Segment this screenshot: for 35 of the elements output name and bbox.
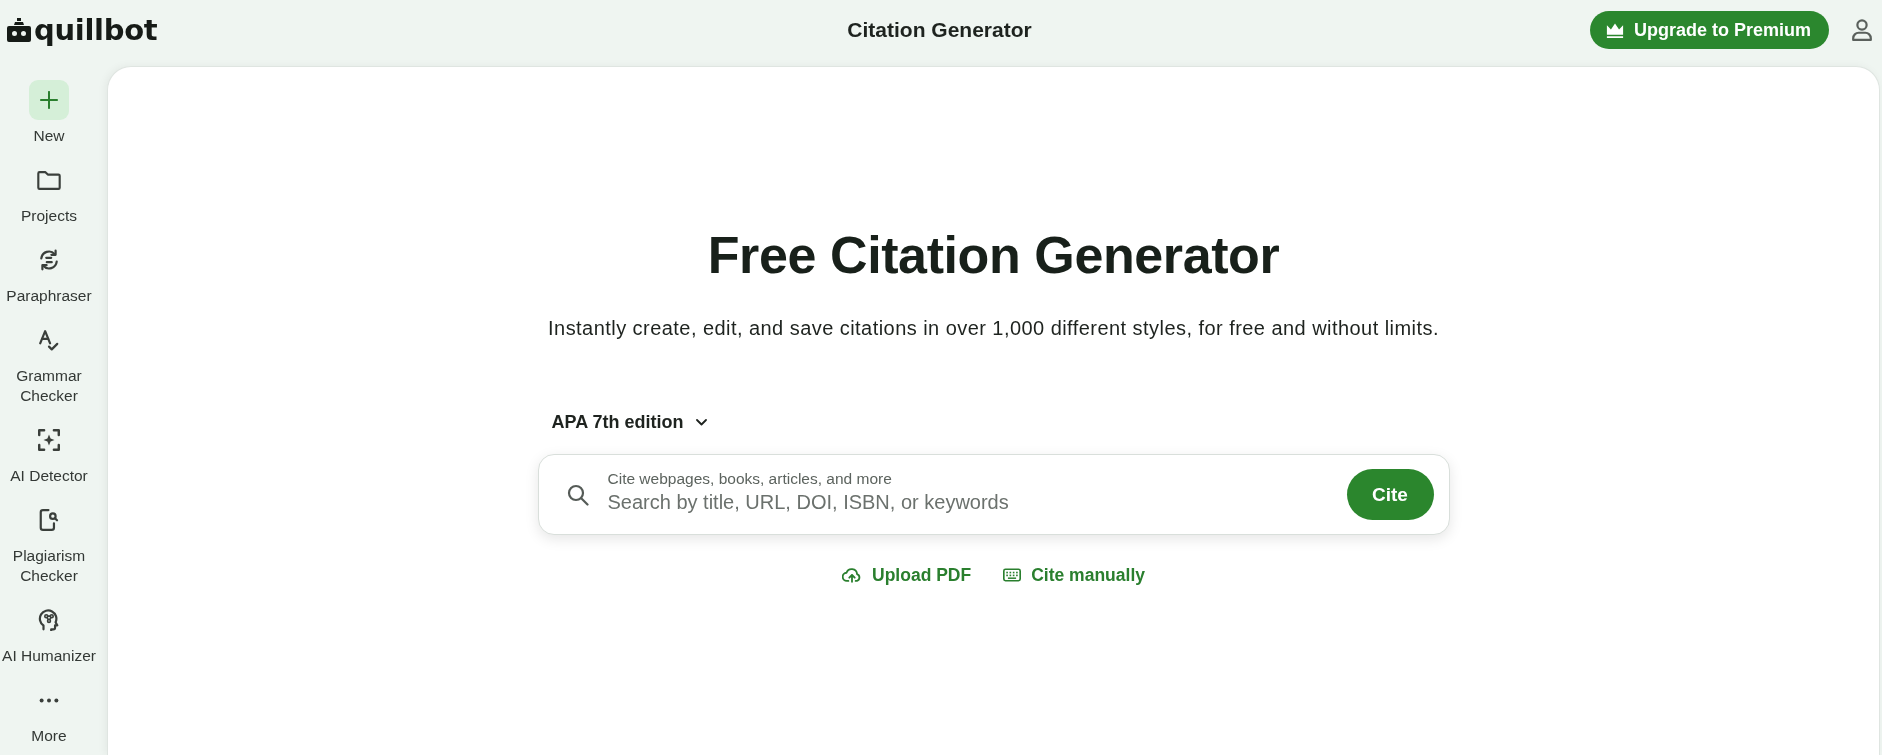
search-input[interactable]: Search by title, URL, DOI, ISBN, or keywords	[607, 489, 1328, 515]
sidebar-item[interactable]: Grammar Checker	[0, 320, 98, 406]
sidebar-item[interactable]: AI Humanizer	[0, 600, 98, 666]
sidebar-item[interactable]: Projects	[0, 160, 98, 226]
plus-icon	[29, 80, 69, 120]
head-nodes-icon	[38, 609, 60, 631]
action-link[interactable]: Cite manually	[1003, 563, 1145, 587]
sidebar-item[interactable]: AI Detector	[0, 420, 98, 486]
document-search-icon	[39, 509, 59, 531]
sidebar-item[interactable]: Plagiarism Checker	[0, 500, 98, 586]
subheading: Instantly create, edit, and save citations in over 1,000 different styles, for free and without limits.	[548, 316, 1439, 341]
folder-icon	[37, 170, 61, 190]
page-title: Citation Generator	[847, 17, 1032, 43]
cloud-upload-icon	[842, 567, 862, 583]
main-heading: Free Citation Generator	[707, 225, 1280, 285]
keyboard-icon	[1003, 568, 1022, 582]
chevron-down-icon	[695, 418, 707, 426]
search-bar[interactable]: Cite webpages, books, articles, and more Search by title, URL, DOI, ISBN, or keywords Cite	[537, 454, 1450, 535]
more-icon	[39, 697, 59, 703]
citation-style-dropdown[interactable]: APA 7th edition	[551, 410, 707, 434]
action-link[interactable]: Upload PDF	[842, 563, 972, 587]
sidebar-item[interactable]: More	[0, 680, 98, 746]
sidebar-item[interactable]: Paraphraser	[0, 240, 98, 306]
logo[interactable]: quillbot	[7, 14, 158, 46]
cite-button[interactable]: Cite	[1346, 469, 1434, 520]
refresh-lines-icon	[38, 249, 60, 271]
field-label: Cite webpages, books, articles, and more	[607, 470, 892, 488]
upgrade-button[interactable]: Upgrade to Premium	[1589, 11, 1829, 49]
crown-icon	[1605, 22, 1624, 38]
sidebar-item[interactable]: New	[0, 80, 98, 146]
user-icon[interactable]	[1852, 19, 1872, 41]
sparkle-frame-icon	[38, 429, 60, 451]
spell-check-icon	[38, 329, 60, 351]
robot-head-icon	[7, 17, 31, 43]
search-icon	[566, 483, 589, 506]
